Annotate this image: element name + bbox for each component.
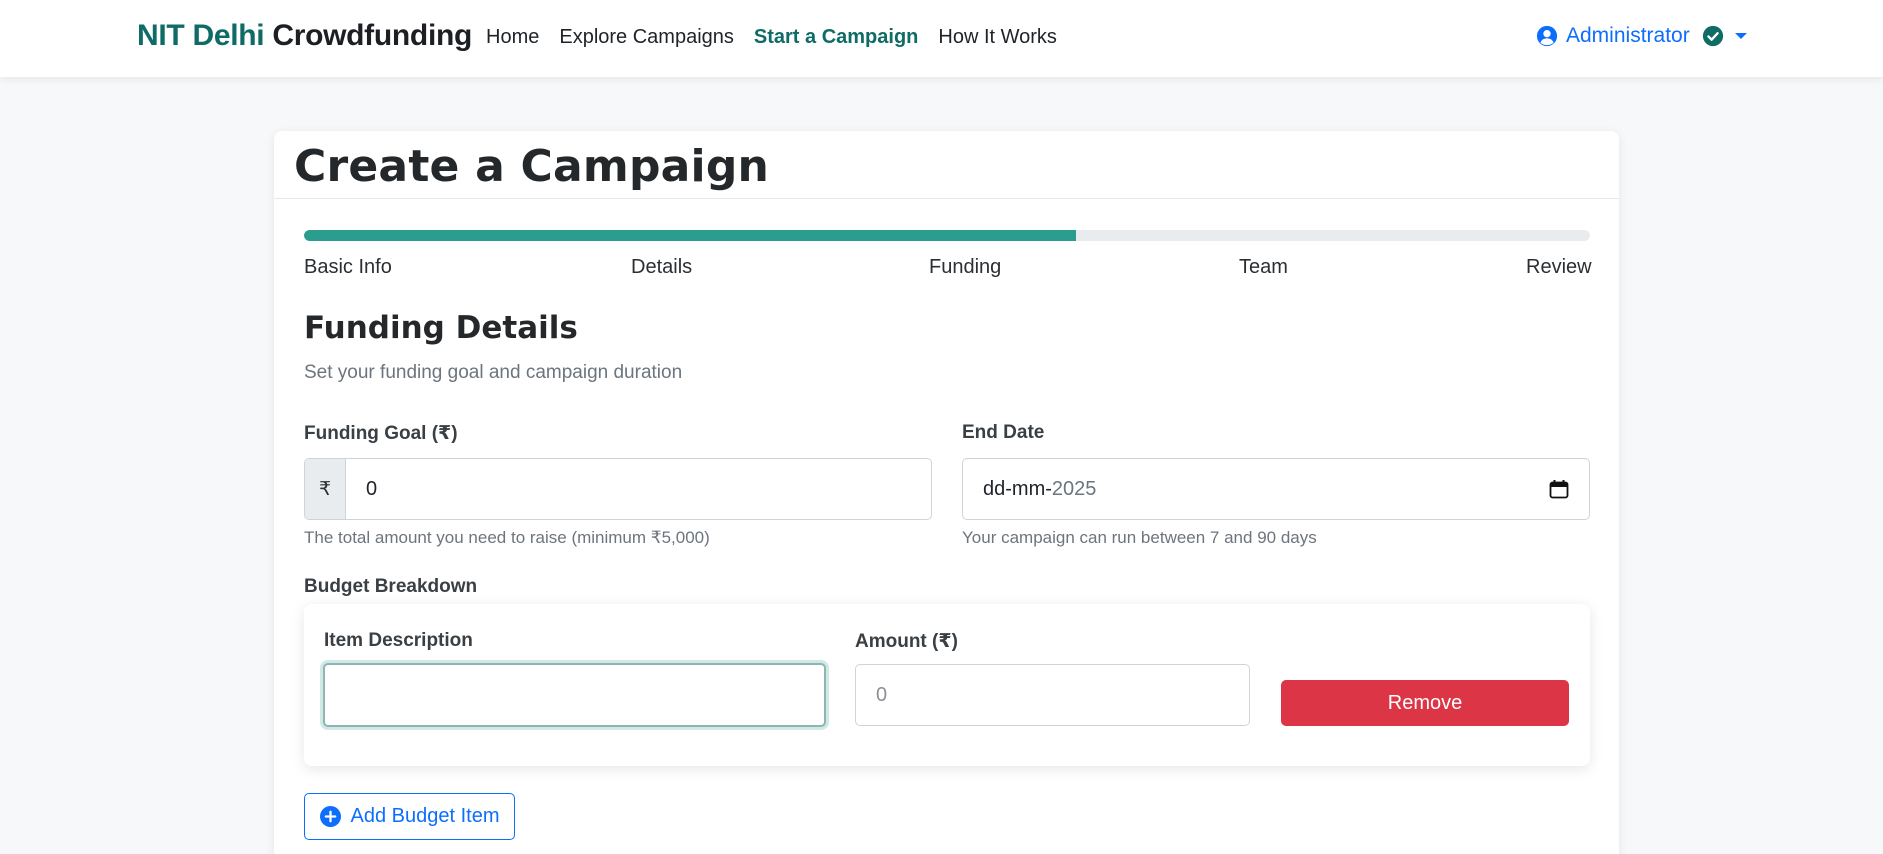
nav-link-home[interactable]: Home xyxy=(486,26,539,49)
end-date-format: dd-mm- xyxy=(983,477,1052,500)
end-date-input[interactable]: dd-mm- 2025 xyxy=(962,458,1590,520)
user-name: Administrator xyxy=(1566,24,1690,47)
section-title: Funding Details xyxy=(304,310,578,346)
user-circle-icon xyxy=(1536,25,1558,47)
amount-label: Amount (₹) xyxy=(855,631,958,652)
brand-logo[interactable]: NIT Delhi Crowdfunding xyxy=(137,19,472,53)
step-basic-info: Basic Info xyxy=(304,256,392,278)
end-date-help: Your campaign can run between 7 and 90 d… xyxy=(962,528,1317,547)
plus-circle-icon xyxy=(319,806,341,827)
step-review: Review xyxy=(1526,256,1592,278)
user-menu[interactable]: Administrator xyxy=(1536,24,1748,48)
add-budget-item-label: Add Budget Item xyxy=(350,805,500,827)
card-header: Create a Campaign xyxy=(274,131,1619,199)
page-title: Create a Campaign xyxy=(294,141,770,192)
currency-prefix: ₹ xyxy=(305,459,346,519)
brand-rest: Crowdfunding xyxy=(272,19,473,52)
remove-button[interactable]: Remove xyxy=(1281,680,1569,726)
funding-goal-help: The total amount you need to raise (mini… xyxy=(304,528,710,547)
nav-link-explore-campaigns[interactable]: Explore Campaigns xyxy=(559,26,734,49)
nav-link-start-a-campaign[interactable]: Start a Campaign xyxy=(754,26,918,49)
funding-goal-label: Funding Goal (₹) xyxy=(304,423,458,444)
nav-links: Home Explore Campaigns Start a Campaign … xyxy=(486,26,1077,49)
section-subtitle: Set your funding goal and campaign durat… xyxy=(304,362,683,383)
item-description-input[interactable] xyxy=(323,663,826,727)
add-budget-item-button[interactable]: Add Budget Item xyxy=(304,793,515,840)
amount-input[interactable]: 0 xyxy=(855,664,1250,726)
funding-goal-input[interactable]: 0 xyxy=(346,459,931,519)
item-description-label: Item Description xyxy=(324,630,473,651)
progress-bar xyxy=(304,230,1590,241)
calendar-icon[interactable] xyxy=(1549,479,1569,499)
end-date-year: 2025 xyxy=(1051,477,1097,500)
step-funding: Funding xyxy=(929,256,1002,278)
budget-breakdown-label: Budget Breakdown xyxy=(304,576,478,597)
progress-fill xyxy=(304,230,1076,241)
step-team: Team xyxy=(1239,256,1288,278)
nav-link-how-it-works[interactable]: How It Works xyxy=(938,26,1057,49)
navbar: NIT Delhi Crowdfunding Home Explore Camp… xyxy=(0,0,1883,77)
step-details: Details xyxy=(631,256,693,278)
check-circle-icon xyxy=(1702,25,1723,47)
caret-down-icon xyxy=(1734,33,1747,39)
brand-accent: NIT Delhi xyxy=(137,19,265,52)
funding-goal-field[interactable]: ₹ 0 xyxy=(304,458,932,520)
amount-placeholder: 0 xyxy=(876,683,888,706)
end-date-label: End Date xyxy=(962,422,1045,443)
